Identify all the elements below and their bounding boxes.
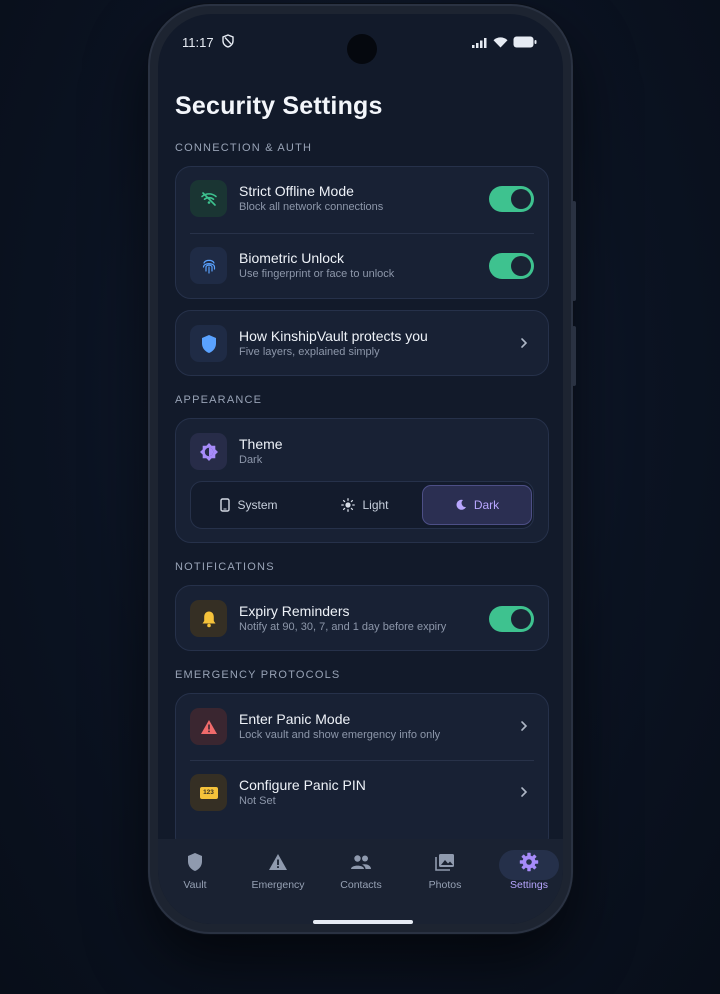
theme-option-system[interactable]: System xyxy=(194,485,304,525)
protects-card[interactable]: How KinshipVault protects you Five layer… xyxy=(175,310,549,376)
nav-item-settings[interactable]: Settings xyxy=(499,850,559,891)
status-icons xyxy=(472,36,537,48)
theme-option-label: Light xyxy=(362,498,389,512)
people-icon xyxy=(351,855,371,869)
offline-mode-row[interactable]: Strict Offline Mode Block all network co… xyxy=(190,180,534,218)
notifications-card: Expiry Reminders Notify at 90, 30, 7, an… xyxy=(175,585,549,651)
theme-option-label: Dark xyxy=(473,498,500,512)
camera-cutout xyxy=(347,34,377,64)
wifi-icon xyxy=(493,36,508,47)
shield-icon xyxy=(188,853,202,871)
theme-option-light[interactable]: Light xyxy=(310,485,420,525)
bottom-nav: Vault Emergency Contacts Photos Settings xyxy=(158,839,563,924)
wifi-off-icon xyxy=(190,180,227,217)
theme-segmented-control: System Light Dark xyxy=(190,481,534,529)
biometric-row[interactable]: Biometric Unlock Use fingerprint or face… xyxy=(190,247,534,285)
panic-pin-title: Configure Panic PIN xyxy=(239,777,366,793)
photos-icon xyxy=(435,854,454,871)
expiry-toggle[interactable] xyxy=(489,606,534,632)
section-label-connection: CONNECTION & AUTH xyxy=(175,142,313,154)
biometric-title: Biometric Unlock xyxy=(239,250,345,266)
expiry-reminders-row[interactable]: Expiry Reminders Notify at 90, 30, 7, an… xyxy=(190,600,534,638)
moon-icon xyxy=(456,499,466,510)
offline-mode-title: Strict Offline Mode xyxy=(239,183,354,199)
biometric-toggle[interactable] xyxy=(489,253,534,279)
panic-mode-row[interactable]: Enter Panic Mode Lock vault and show eme… xyxy=(190,708,534,746)
warning-icon xyxy=(190,708,227,745)
emergency-card: Enter Panic Mode Lock vault and show eme… xyxy=(175,693,549,853)
power-button xyxy=(572,326,576,386)
status-time: 11:17 xyxy=(182,35,214,50)
protects-row[interactable]: How KinshipVault protects you Five layer… xyxy=(190,325,534,363)
nav-label: Vault xyxy=(183,879,207,891)
divider xyxy=(190,233,534,234)
volume-button xyxy=(572,201,576,301)
theme-option-label: System xyxy=(237,498,278,512)
appearance-card: Theme Dark System Light Dark xyxy=(175,418,549,543)
toggle-knob xyxy=(511,256,531,276)
nav-item-photos[interactable]: Photos xyxy=(410,851,480,891)
nav-item-vault[interactable]: Vault xyxy=(160,851,230,891)
chevron-right-icon xyxy=(521,721,528,731)
section-label-emergency: EMERGENCY PROTOCOLS xyxy=(175,669,341,681)
nav-label: Settings xyxy=(510,879,548,891)
section-label-notifications: NOTIFICATIONS xyxy=(175,561,275,573)
nav-label: Contacts xyxy=(340,879,382,891)
signal-icon xyxy=(472,37,487,48)
shield-icon xyxy=(190,325,227,362)
theme-subtitle: Dark xyxy=(239,454,263,466)
biometric-subtitle: Use fingerprint or face to unlock xyxy=(239,268,395,280)
status-bar: 11:17 xyxy=(158,14,563,64)
panic-mode-subtitle: Lock vault and show emergency info only xyxy=(239,729,441,741)
pin-icon: 123 xyxy=(190,774,227,811)
screen: 11:17 Security Settings CONNECTION & AUT… xyxy=(158,14,563,924)
panic-pin-row[interactable]: 123 Configure Panic PIN Not Set xyxy=(190,774,534,812)
section-label-appearance: APPEARANCE xyxy=(175,394,263,406)
phone-frame: 11:17 Security Settings CONNECTION & AUT… xyxy=(148,4,576,934)
theme-title: Theme xyxy=(239,436,283,452)
pin-icon-badge: 123 xyxy=(199,786,218,799)
phone-icon xyxy=(220,498,231,512)
sun-icon xyxy=(341,498,356,512)
bell-icon xyxy=(190,600,227,637)
home-indicator[interactable] xyxy=(313,920,413,924)
battery-icon xyxy=(513,36,537,48)
toggle-knob xyxy=(511,189,531,209)
panic-pin-subtitle: Not Set xyxy=(239,795,276,807)
warning-icon xyxy=(269,854,287,870)
toggle-knob xyxy=(511,609,531,629)
fingerprint-icon xyxy=(190,247,227,284)
offline-mode-subtitle: Block all network connections xyxy=(239,201,384,213)
page-title: Security Settings xyxy=(175,92,383,120)
divider xyxy=(190,760,534,761)
theme-row: Theme Dark xyxy=(190,433,534,471)
offline-mode-toggle[interactable] xyxy=(489,186,534,212)
nav-label: Photos xyxy=(428,879,462,891)
nav-item-contacts[interactable]: Contacts xyxy=(326,851,396,891)
shield-status-icon xyxy=(222,34,234,48)
protects-title: How KinshipVault protects you xyxy=(239,328,428,344)
gear-icon xyxy=(519,852,539,872)
chevron-right-icon xyxy=(521,787,528,797)
nav-label: Emergency xyxy=(251,879,305,891)
nav-item-emergency[interactable]: Emergency xyxy=(243,851,313,891)
connection-card: Strict Offline Mode Block all network co… xyxy=(175,166,549,299)
expiry-subtitle: Notify at 90, 30, 7, and 1 day before ex… xyxy=(239,621,447,633)
brightness-icon xyxy=(190,433,227,470)
theme-option-dark[interactable]: Dark xyxy=(422,485,532,525)
expiry-title: Expiry Reminders xyxy=(239,603,350,619)
chevron-right-icon xyxy=(521,338,528,348)
protects-subtitle: Five layers, explained simply xyxy=(239,346,380,358)
panic-mode-title: Enter Panic Mode xyxy=(239,711,351,727)
